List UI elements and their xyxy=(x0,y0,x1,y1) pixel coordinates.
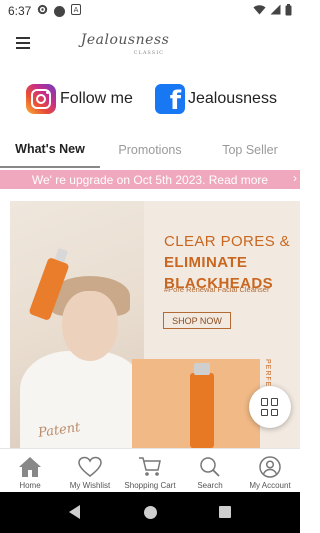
announcement-banner[interactable]: We' re upgrade on Oct 5th 2023. Read mor… xyxy=(0,170,300,189)
nav-cart[interactable]: Shopping Cart xyxy=(120,449,180,493)
grid-icon xyxy=(261,398,279,416)
recent-apps-icon[interactable] xyxy=(219,506,231,518)
social-links: Follow me f Jealousness xyxy=(0,80,300,120)
status-time: 6:37 xyxy=(8,4,32,18)
notification-dot-icon xyxy=(54,5,66,17)
nav-cart-label: Shopping Cart xyxy=(124,481,176,490)
brand-logo[interactable]: Jealousness CLASSIC xyxy=(80,32,170,56)
facebook-icon[interactable]: f xyxy=(155,84,185,114)
home-icon xyxy=(19,457,41,477)
battery-icon xyxy=(285,3,292,19)
categories-fab[interactable] xyxy=(249,386,291,428)
category-tabs: What's New Promotions Top Seller xyxy=(0,132,300,168)
nav-account[interactable]: My Account xyxy=(240,449,300,493)
brand-name: Jealousness xyxy=(80,32,170,48)
system-nav-bar xyxy=(0,492,300,533)
svg-text:A: A xyxy=(74,6,79,14)
instagram-icon[interactable] xyxy=(26,84,56,114)
product-image xyxy=(132,359,260,448)
wifi-icon xyxy=(253,4,266,18)
tab-whats-new[interactable]: What's New xyxy=(0,132,100,168)
back-icon[interactable] xyxy=(69,505,80,519)
tab-top-seller[interactable]: Top Seller xyxy=(200,132,300,168)
signal-icon xyxy=(270,4,281,18)
menu-icon[interactable] xyxy=(16,37,30,49)
model-photo: Patent xyxy=(10,201,144,448)
nav-home-label: Home xyxy=(19,481,41,490)
nav-search[interactable]: Search xyxy=(180,449,240,493)
instagram-follow-link[interactable]: Follow me xyxy=(60,90,133,108)
settings-icon xyxy=(37,4,48,18)
status-bar: 6:37 A xyxy=(0,0,300,22)
chevron-right-icon: › xyxy=(293,171,297,185)
facebook-link[interactable]: Jealousness xyxy=(188,90,277,108)
announcement-text: We' re upgrade on Oct 5th 2023. Read mor… xyxy=(31,172,269,187)
shop-now-button[interactable]: SHOP NOW xyxy=(163,312,231,329)
app-notification-icon: A xyxy=(71,4,82,18)
heart-icon xyxy=(78,456,102,477)
headline-line-1: CLEAR PORES & xyxy=(164,233,291,250)
bottom-nav: Home My Wishlist Shopping Cart Search My… xyxy=(0,448,300,492)
nav-account-label: My Account xyxy=(249,481,291,490)
nav-wishlist-label: My Wishlist xyxy=(69,481,111,490)
nav-search-label: Search xyxy=(197,481,223,490)
app-bar: Jealousness CLASSIC xyxy=(0,22,300,66)
nav-home[interactable]: Home xyxy=(0,449,60,493)
nav-wishlist[interactable]: My Wishlist xyxy=(60,449,120,493)
account-icon xyxy=(259,456,281,478)
tab-promotions[interactable]: Promotions xyxy=(100,132,200,168)
home-button-icon[interactable] xyxy=(144,506,157,519)
search-icon xyxy=(200,457,220,477)
headline-line-2: ELIMINATE xyxy=(164,254,248,271)
cart-icon xyxy=(139,457,161,476)
brand-subtitle: CLASSIC xyxy=(133,50,164,56)
promo-tagline: #Pore Renewal Facial Cleanser xyxy=(164,285,270,294)
